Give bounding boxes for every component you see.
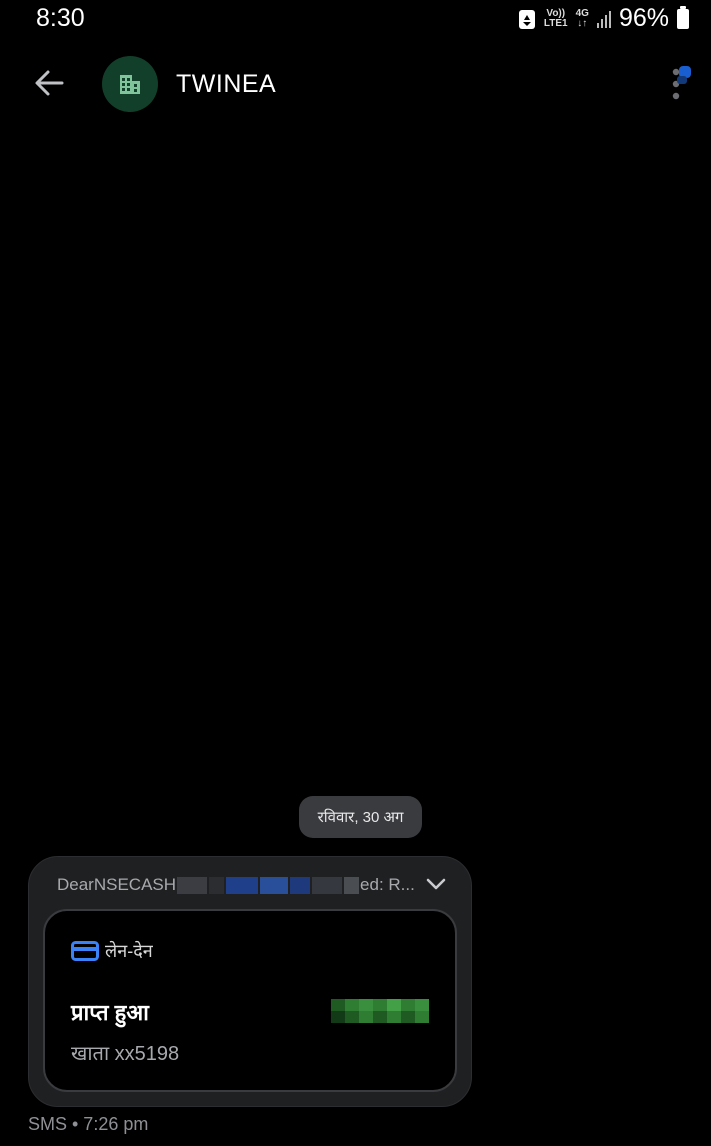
back-arrow-icon[interactable]: [32, 66, 66, 100]
status-time: 8:30: [36, 4, 85, 32]
account-number: खाता xx5198: [71, 1043, 180, 1065]
avatar[interactable]: [102, 56, 158, 112]
message-meta: SMS • 7:26 pm: [28, 1114, 149, 1134]
category-label: लेन-देन: [105, 941, 153, 961]
credit-card-icon: [71, 941, 99, 961]
transaction-headline: प्राप्त हुआ: [71, 1000, 149, 1025]
transaction-card[interactable]: लेन-देन प्राप्त हुआ खाता xx5198: [43, 909, 457, 1092]
network-indicator: 4G ↓↑: [575, 7, 589, 29]
message-bubble[interactable]: DearNSECASH ed: R... लेन-देन प्राप्त हुआ…: [28, 856, 472, 1107]
battery-percent: 96%: [618, 4, 669, 32]
date-divider: रविवार, 30 अग: [299, 796, 422, 838]
more-options-icon[interactable]: [667, 64, 697, 104]
signal-icon: [596, 10, 611, 28]
redacted-text: [176, 876, 360, 894]
preview-end: ed: R...: [360, 875, 415, 894]
transaction-category: लेन-देन: [71, 939, 153, 963]
redacted-amount: [331, 999, 429, 1023]
conversation-title: TWINEA: [176, 70, 277, 98]
status-icons: Vo)) LTE1 4G ↓↑ 96%: [518, 4, 689, 33]
status-bar: 8:30 Vo)) LTE1 4G ↓↑ 96%: [0, 0, 711, 34]
building-icon: [120, 75, 140, 94]
conversation-header: TWINEA: [0, 54, 711, 116]
chevron-down-icon[interactable]: [425, 873, 447, 895]
volte-indicator: Vo)) LTE1: [543, 7, 568, 29]
message-preview[interactable]: DearNSECASH ed: R...: [57, 875, 415, 895]
battery-icon: [677, 5, 689, 29]
preview-start: DearNSECASH: [57, 875, 177, 894]
recycle-icon: [518, 9, 535, 29]
